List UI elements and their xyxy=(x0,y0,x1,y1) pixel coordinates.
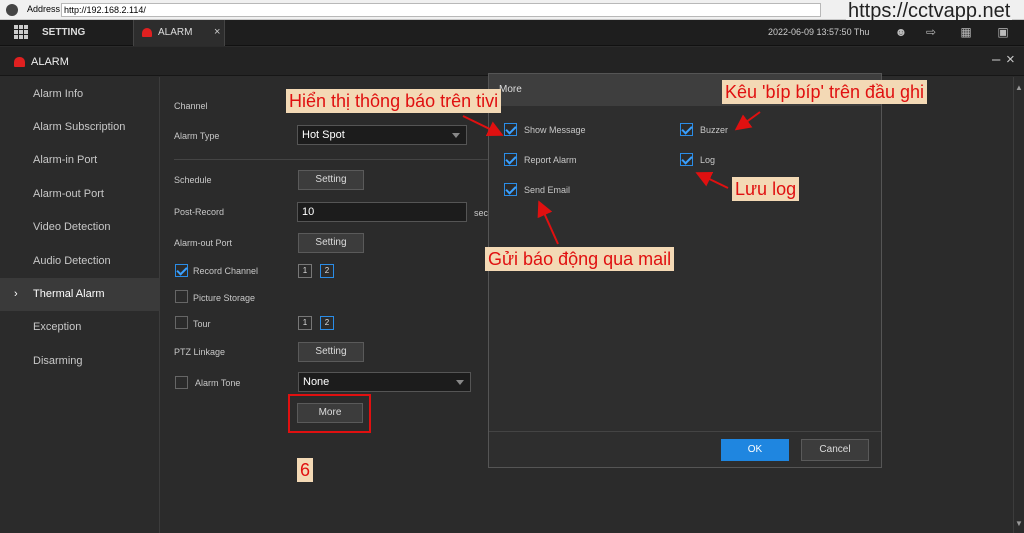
schedule-setting-button[interactable]: Setting xyxy=(298,170,364,190)
tour-channel-1[interactable]: 1 xyxy=(298,316,312,330)
address-input[interactable]: http://192.168.2.114/ xyxy=(61,3,821,17)
alarm-tone-label: Alarm Tone xyxy=(195,378,241,388)
address-label: Address xyxy=(27,4,61,14)
tab-close-icon[interactable]: × xyxy=(214,26,220,38)
alarm-out-port-label: Alarm-out Port xyxy=(174,238,233,248)
page-title: ALARM xyxy=(31,56,69,68)
report-alarm-checkbox[interactable] xyxy=(504,153,517,166)
post-record-label: Post-Record xyxy=(174,207,225,217)
sidebar-item-disarming[interactable]: Disarming xyxy=(0,345,160,378)
tab-alarm[interactable]: ALARM × xyxy=(133,20,225,46)
ok-button[interactable]: OK xyxy=(721,439,789,461)
sidebar-item-alarm-in-port[interactable]: Alarm-in Port xyxy=(0,144,160,177)
post-record-unit: sec xyxy=(474,208,489,218)
tour-label: Tour xyxy=(193,319,211,329)
annotation-step-number: 6 xyxy=(297,458,314,482)
dropdown-arrow-icon xyxy=(452,133,460,138)
top-navigation: SETTING ALARM × 2022-06-09 13:57:50 Thu … xyxy=(0,20,1024,46)
log-label: Log xyxy=(700,155,716,165)
send-email-checkbox[interactable] xyxy=(504,183,517,196)
more-button-highlight xyxy=(288,394,371,433)
record-channel-1[interactable]: 1 xyxy=(298,264,312,278)
qr-code-icon[interactable]: ▦ xyxy=(959,25,973,39)
chevron-right-icon: › xyxy=(14,288,18,300)
browser-logo-icon xyxy=(6,4,18,16)
report-alarm-label: Report Alarm xyxy=(524,155,577,165)
alarm-type-select[interactable]: Hot Spot xyxy=(297,125,467,145)
menu-grid-icon[interactable] xyxy=(14,25,28,39)
record-channel-label: Record Channel xyxy=(193,266,259,276)
sidebar-item-audio-detection[interactable]: Audio Detection xyxy=(0,245,160,278)
logout-icon[interactable]: ⇨ xyxy=(924,25,938,39)
alarm-bell-icon xyxy=(142,28,152,37)
scrollbar[interactable]: ▲ ▼ xyxy=(1013,77,1024,533)
dialog-title: More xyxy=(499,84,522,95)
sidebar-item-exception[interactable]: Exception xyxy=(0,311,160,344)
record-channel-checkbox[interactable] xyxy=(175,264,188,277)
ptz-linkage-label: PTZ Linkage xyxy=(174,347,226,357)
post-record-input[interactable]: 10 xyxy=(297,202,467,222)
dropdown-arrow-icon xyxy=(456,380,464,385)
show-message-checkbox[interactable] xyxy=(504,123,517,136)
alarm-bell-icon xyxy=(14,57,25,67)
tab-alarm-label: ALARM xyxy=(158,27,193,38)
dialog-divider xyxy=(489,431,881,432)
alarm-tone-checkbox[interactable] xyxy=(175,376,188,389)
setting-tab[interactable]: SETTING xyxy=(42,27,85,38)
scroll-down-icon[interactable]: ▼ xyxy=(1015,519,1023,528)
close-button[interactable]: × xyxy=(1006,51,1015,68)
tour-channel-2[interactable]: 2 xyxy=(320,316,334,330)
page-header: ALARM – × xyxy=(0,47,1024,76)
sidebar-item-alarm-out-port[interactable]: Alarm-out Port xyxy=(0,178,160,211)
sidebar-item-label: Thermal Alarm xyxy=(33,288,105,300)
alarm-tone-select[interactable]: None xyxy=(298,372,471,392)
sidebar-item-alarm-info[interactable]: Alarm Info xyxy=(0,78,160,111)
channel-label: Channel xyxy=(174,101,208,111)
log-checkbox[interactable] xyxy=(680,153,693,166)
minimize-button[interactable]: – xyxy=(992,51,1000,68)
annotation-log: Lưu log xyxy=(732,177,800,201)
monitor-icon[interactable]: ▣ xyxy=(996,25,1010,39)
buzzer-label: Buzzer xyxy=(700,125,729,135)
picture-storage-label: Picture Storage xyxy=(193,293,256,303)
cancel-button[interactable]: Cancel xyxy=(801,439,869,461)
picture-storage-checkbox[interactable] xyxy=(175,290,188,303)
alarm-type-label: Alarm Type xyxy=(174,131,220,141)
buzzer-checkbox[interactable] xyxy=(680,123,693,136)
annotation-email: Gửi báo động qua mail xyxy=(485,247,675,271)
alarm-type-value: Hot Spot xyxy=(302,129,345,141)
annotation-show-message: Hiển thị thông báo trên tivi xyxy=(286,89,502,113)
sidebar-item-thermal-alarm[interactable]: › Thermal Alarm xyxy=(0,278,160,311)
sidebar: Alarm Info Alarm Subscription Alarm-in P… xyxy=(0,77,160,533)
show-message-label: Show Message xyxy=(524,125,586,135)
sidebar-item-alarm-subscription[interactable]: Alarm Subscription xyxy=(0,111,160,144)
user-icon[interactable]: ☻ xyxy=(894,25,908,39)
tour-checkbox[interactable] xyxy=(175,316,188,329)
annotation-buzzer: Kêu 'bíp bíp' trên đầu ghi xyxy=(722,80,928,104)
sidebar-item-video-detection[interactable]: Video Detection xyxy=(0,211,160,244)
alarm-out-setting-button[interactable]: Setting xyxy=(298,233,364,253)
record-channel-2[interactable]: 2 xyxy=(320,264,334,278)
scroll-up-icon[interactable]: ▲ xyxy=(1015,83,1023,92)
send-email-label: Send Email xyxy=(524,185,571,195)
system-datetime: 2022-06-09 13:57:50 Thu xyxy=(768,27,870,37)
schedule-label: Schedule xyxy=(174,175,212,185)
divider xyxy=(174,159,504,160)
ptz-setting-button[interactable]: Setting xyxy=(298,342,364,362)
alarm-tone-value: None xyxy=(303,376,330,388)
